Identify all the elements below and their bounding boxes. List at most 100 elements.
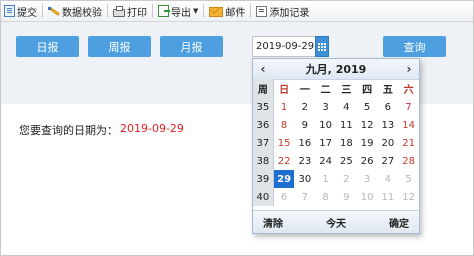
day-cell[interactable]: 22 [273, 152, 294, 170]
mail-label: 邮件 [225, 7, 246, 19]
day-cell[interactable]: 3 [315, 98, 336, 116]
day-cell[interactable]: 4 [336, 98, 357, 116]
calendar-button[interactable] [315, 36, 329, 57]
month-year-title[interactable]: 九月, 2019 [306, 61, 367, 77]
day-cell[interactable]: 23 [294, 152, 315, 170]
weekday-header: 一 [299, 85, 310, 96]
day-cell[interactable]: 17 [315, 134, 336, 152]
toolbar-divider [203, 4, 205, 18]
calendar-week-row: 36 8 9 10 11 12 13 14 [253, 116, 419, 134]
submit-button[interactable]: 提交 [1, 2, 40, 20]
day-cell[interactable]: 9 [336, 188, 357, 206]
weekday-header: 四 [362, 85, 373, 96]
calendar-week-row: 35 1 2 3 4 5 6 7 [253, 98, 419, 116]
selected-day-cell[interactable]: 29 [273, 170, 295, 188]
weekday-header: 三 [341, 85, 352, 96]
export-icon [158, 5, 170, 17]
week-number: 36 [253, 116, 274, 134]
calendar-week-row: 40 6 7 8 9 10 11 12 [253, 188, 419, 206]
day-cell[interactable]: 9 [294, 116, 315, 134]
day-cell[interactable]: 20 [377, 134, 398, 152]
day-cell[interactable]: 12 [398, 188, 419, 206]
print-label: 打印 [127, 7, 147, 19]
day-cell[interactable]: 14 [398, 116, 419, 134]
week-number: 35 [253, 98, 274, 116]
day-cell[interactable]: 10 [315, 116, 336, 134]
prev-month-icon[interactable]: ‹ [253, 62, 273, 76]
day-cell[interactable]: 18 [336, 134, 357, 152]
today-button[interactable]: 今天 [316, 215, 356, 230]
day-cell[interactable]: 7 [398, 98, 419, 116]
day-cell[interactable]: 27 [377, 152, 398, 170]
day-cell[interactable]: 2 [294, 98, 315, 116]
submit-label: 提交 [17, 7, 37, 19]
calendar-icon [318, 43, 326, 51]
toolbar-divider [42, 4, 43, 18]
week-number-header: 周 [253, 79, 274, 98]
monthly-report-button[interactable]: 月报 [160, 36, 223, 57]
day-cell[interactable]: 8 [315, 188, 336, 206]
weekday-header: 六 [403, 85, 414, 96]
toolbar-divider [250, 4, 252, 18]
validate-button[interactable]: 数据校验 [45, 2, 105, 20]
day-cell[interactable]: 10 [357, 188, 378, 206]
date-field[interactable]: 2019-09-29 [252, 36, 319, 57]
day-cell[interactable]: 15 [273, 134, 294, 152]
validate-label: 数据校验 [62, 7, 102, 19]
day-cell[interactable]: 1 [273, 98, 294, 116]
day-cell[interactable]: 6 [273, 188, 294, 206]
date-picker-header: ‹ 九月, 2019 › [253, 59, 419, 80]
day-cell[interactable]: 4 [377, 170, 398, 188]
query-button[interactable]: 查询 [383, 36, 446, 57]
day-cell[interactable]: 2 [336, 170, 357, 188]
add-record-button[interactable]: 添加记录 [253, 2, 312, 20]
day-cell[interactable]: 3 [357, 170, 378, 188]
date-picker-footer: 清除 今天 确定 [253, 210, 419, 233]
day-cell[interactable]: 26 [357, 152, 378, 170]
day-cell[interactable]: 16 [294, 134, 315, 152]
day-cell[interactable]: 13 [377, 116, 398, 134]
print-button[interactable]: 打印 [110, 2, 150, 20]
calendar-week-row: 38 22 23 24 25 26 27 28 [253, 152, 419, 170]
toolbar: 提交 数据校验 打印 导出 ▼ 邮件 添加记录 [1, 1, 473, 22]
day-cell[interactable]: 7 [294, 188, 315, 206]
query-date-value: 2019-09-29 [120, 122, 184, 135]
chevron-down-icon[interactable]: ▼ [193, 7, 198, 15]
toolbar-divider [152, 4, 153, 18]
mail-button[interactable]: 邮件 [206, 2, 248, 20]
add-record-icon [256, 5, 268, 17]
day-cell[interactable]: 12 [357, 116, 378, 134]
day-cell[interactable]: 25 [336, 152, 357, 170]
weekday-header-row: 周 日 一 二 三 四 五 六 [253, 79, 419, 98]
day-cell[interactable]: 28 [398, 152, 419, 170]
daily-report-button[interactable]: 日报 [16, 36, 79, 57]
day-cell[interactable]: 5 [357, 98, 378, 116]
day-cell[interactable]: 11 [377, 188, 398, 206]
weekday-header: 日 [279, 85, 290, 96]
date-picker-popup: ‹ 九月, 2019 › 周 日 一 二 三 四 五 六 35 1 2 3 4 5 6 7 36… [252, 58, 420, 234]
calendar-week-row: 37 15 16 17 18 19 20 21 [253, 134, 419, 152]
day-cell[interactable]: 19 [357, 134, 378, 152]
export-button[interactable]: 导出 ▼ [155, 2, 201, 20]
weekly-report-button[interactable]: 周报 [88, 36, 151, 57]
next-month-icon[interactable]: › [399, 62, 419, 76]
day-cell[interactable]: 8 [273, 116, 294, 134]
weekday-header: 五 [382, 85, 393, 96]
day-cell[interactable]: 21 [398, 134, 419, 152]
print-icon [113, 6, 125, 17]
week-number: 37 [253, 134, 274, 152]
toolbar-divider [107, 4, 108, 18]
weekday-header: 二 [320, 85, 331, 96]
clear-button[interactable]: 清除 [253, 215, 293, 230]
export-label: 导出 [171, 7, 191, 19]
day-cell[interactable]: 30 [294, 170, 315, 188]
query-date-label: 您要查询的日期为： [19, 124, 118, 137]
day-cell[interactable]: 11 [336, 116, 357, 134]
day-cell[interactable]: 24 [315, 152, 336, 170]
submit-icon [4, 5, 15, 17]
day-cell[interactable]: 5 [398, 170, 419, 188]
day-cell[interactable]: 1 [315, 170, 336, 188]
day-cell[interactable]: 6 [377, 98, 398, 116]
confirm-button[interactable]: 确定 [379, 215, 419, 230]
calendar-grid: 周 日 一 二 三 四 五 六 35 1 2 3 4 5 6 7 36 8 9 10 11 12 13 14 3… [253, 79, 419, 206]
